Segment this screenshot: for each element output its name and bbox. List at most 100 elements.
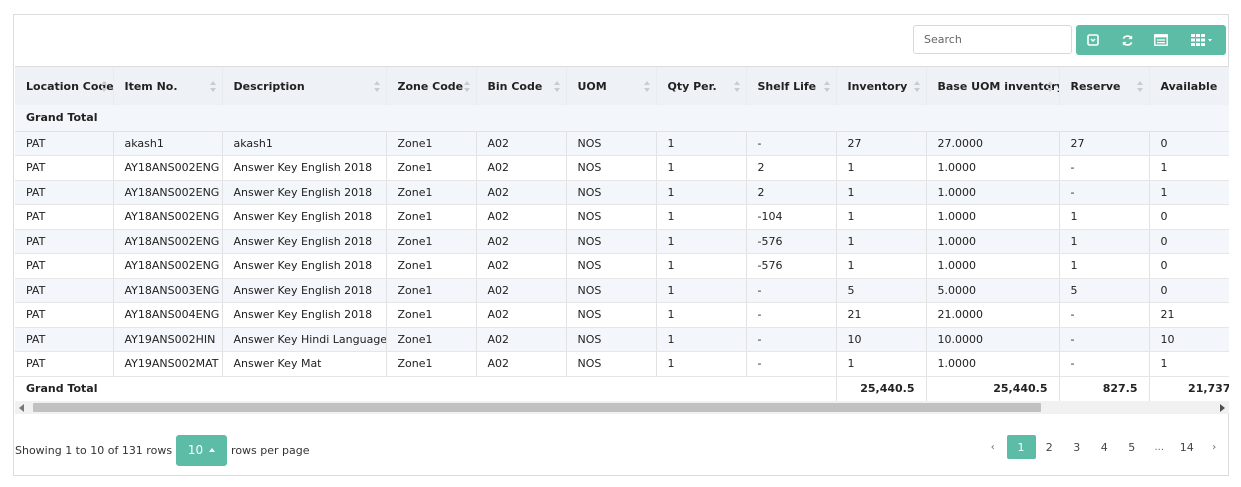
- table-cell: Zone1: [386, 253, 477, 279]
- table-row[interactable]: PAT akash1 akash1 Zone1 A02 NOS 1-27 27.0000 27 0: [15, 131, 1229, 156]
- table-row[interactable]: PAT AY19ANS002HIN Answer Key Hindi Languag…: [15, 327, 1229, 352]
- table-cell: Answer Key English 2018: [222, 302, 387, 328]
- prev-page-button[interactable]: ‹: [979, 435, 1007, 459]
- table-cell: 21: [1149, 302, 1229, 328]
- page-button[interactable]: 1: [1006, 435, 1036, 459]
- sort-icon[interactable]: [1046, 81, 1053, 92]
- table-row[interactable]: PAT AY18ANS004ENG Answer Key English 2018 Z…: [15, 302, 1229, 328]
- scrollbar-thumb[interactable]: [33, 403, 1041, 412]
- column-header[interactable]: Reserve: [1059, 67, 1150, 105]
- table-cell: -: [746, 327, 837, 352]
- table-cell: 1.0000: [926, 253, 1060, 279]
- export-icon: [1087, 34, 1099, 46]
- sort-icon[interactable]: [1136, 81, 1143, 92]
- table-cell: Zone1: [386, 155, 477, 181]
- column-header-label: Inventory: [847, 79, 908, 93]
- column-header[interactable]: Bin Code: [476, 67, 567, 105]
- table-cell: 27: [1059, 131, 1150, 156]
- table-row[interactable]: PAT AY18ANS003ENG Answer Key English 2018 Z…: [15, 278, 1229, 303]
- page-button[interactable]: 14: [1173, 435, 1201, 459]
- table-cell: 1: [1059, 253, 1150, 279]
- search-input[interactable]: [913, 25, 1072, 54]
- table-cell: 10.0000: [926, 327, 1060, 352]
- table-cell: Zone1: [386, 229, 477, 254]
- table-cell: NOS: [566, 155, 657, 181]
- table-row[interactable]: PAT AY18ANS002ENG Answer Key English 2018 Z…: [15, 229, 1229, 254]
- table-cell: 5: [1059, 278, 1150, 303]
- table-cell: 1: [656, 229, 747, 254]
- horizontal-scrollbar[interactable]: [15, 401, 1229, 414]
- table-row[interactable]: PAT AY18ANS002ENG Answer Key English 2018 Z…: [15, 204, 1229, 230]
- columns-dropdown-button[interactable]: [1178, 25, 1226, 55]
- table-cell: 1: [836, 351, 927, 377]
- table-cell: Answer Key English 2018: [222, 155, 387, 181]
- footer-base-uom-total: 25,440.5: [926, 375, 1060, 402]
- table-cell: AY19ANS002MAT: [113, 351, 223, 377]
- sort-icon[interactable]: [823, 81, 830, 92]
- column-header[interactable]: Inventory: [836, 67, 927, 105]
- column-header[interactable]: Base UOM inventory: [926, 67, 1060, 105]
- table-cell: -576: [746, 229, 837, 254]
- column-header-label: Base UOM inventory: [937, 79, 1059, 93]
- toggle-view-button[interactable]: [1144, 25, 1178, 55]
- table-cell: Answer Key English 2018: [222, 278, 387, 303]
- table-cell: 1: [1149, 180, 1229, 205]
- table-row[interactable]: PAT AY18ANS002ENG Answer Key English 2018 Z…: [15, 180, 1229, 205]
- sort-icon[interactable]: [643, 81, 650, 92]
- column-header[interactable]: Available: [1149, 67, 1229, 105]
- next-page-button[interactable]: ›: [1201, 435, 1229, 459]
- column-header[interactable]: Location Code: [15, 67, 114, 105]
- page-button[interactable]: 5: [1118, 435, 1146, 459]
- sort-icon[interactable]: [100, 81, 107, 92]
- export-button[interactable]: [1076, 25, 1110, 55]
- column-header[interactable]: Item No.: [113, 67, 223, 105]
- sort-icon[interactable]: [373, 81, 380, 92]
- pagination: ‹ 1 2 3 4 5... 14 ›: [979, 435, 1228, 459]
- table-body: PAT akash1 akash1 Zone1 A02 NOS 1-27 27.0000 27 0…: [15, 131, 1229, 377]
- table-cell: 1.0000: [926, 155, 1060, 181]
- page-button[interactable]: 2: [1036, 435, 1064, 459]
- column-header[interactable]: Zone Code: [386, 67, 477, 105]
- column-header-label: Shelf Life: [757, 79, 817, 93]
- sort-icon[interactable]: [463, 81, 470, 92]
- refresh-button[interactable]: [1110, 25, 1144, 55]
- table-cell: A02: [476, 327, 567, 352]
- sort-icon[interactable]: [209, 81, 216, 92]
- refresh-icon: [1122, 34, 1132, 46]
- page-size-dropdown[interactable]: 10: [176, 434, 228, 466]
- table-cell: PAT: [15, 204, 114, 230]
- table-cell: 1: [1149, 155, 1229, 181]
- table-cell: -: [1059, 351, 1150, 377]
- sort-icon[interactable]: [553, 81, 560, 92]
- sort-icon[interactable]: [913, 81, 920, 92]
- table-cell: Answer Key English 2018: [222, 204, 387, 230]
- table-cell: 21.0000: [926, 302, 1060, 328]
- table-header-row: Location Code Item No. Description Zone Cod…: [15, 67, 1229, 105]
- column-header[interactable]: Description: [222, 67, 387, 105]
- page-button[interactable]: 4: [1091, 435, 1119, 459]
- sort-icon[interactable]: [733, 81, 740, 92]
- table-cell: 1: [836, 155, 927, 181]
- scroll-left-icon[interactable]: [19, 404, 24, 412]
- table-cell: Zone1: [386, 302, 477, 328]
- page-size-value: 10: [187, 443, 204, 457]
- table-cell: NOS: [566, 204, 657, 230]
- page-button[interactable]: 3: [1063, 435, 1091, 459]
- table-toolbar: [14, 15, 1230, 67]
- table-cell: A02: [476, 180, 567, 205]
- scroll-right-icon[interactable]: [1220, 404, 1225, 412]
- table-cell: 1: [1059, 204, 1150, 230]
- table-row[interactable]: PAT AY18ANS002ENG Answer Key English 2018 Z…: [15, 155, 1229, 181]
- table-cell: NOS: [566, 253, 657, 279]
- column-header[interactable]: Qty Per.: [656, 67, 747, 105]
- table-row[interactable]: PAT AY18ANS002ENG Answer Key English 2018 Z…: [15, 253, 1229, 279]
- column-header[interactable]: Shelf Life: [746, 67, 837, 105]
- table-cell: PAT: [15, 302, 114, 328]
- column-header[interactable]: UOM: [566, 67, 657, 105]
- table-cell: 1: [836, 253, 927, 279]
- table-cell: 1: [656, 180, 747, 205]
- table-row[interactable]: PAT AY19ANS002MAT Answer Key Mat Zone1 A02 NO…: [15, 351, 1229, 377]
- table-cell: 0: [1149, 229, 1229, 254]
- table-cell: 1.0000: [926, 229, 1060, 254]
- table-cell: Zone1: [386, 278, 477, 303]
